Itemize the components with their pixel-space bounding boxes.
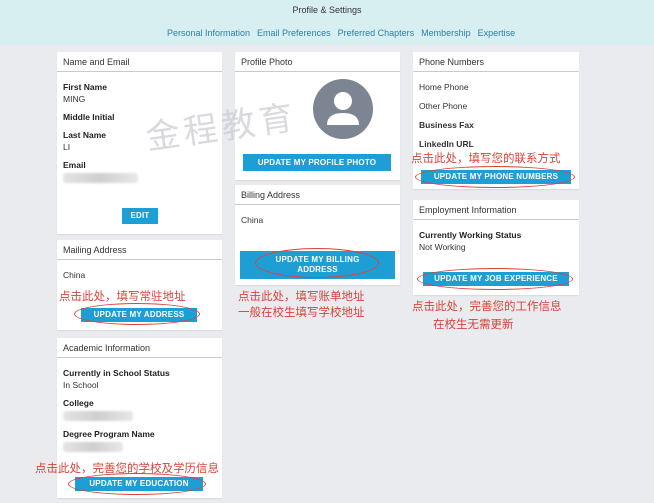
update-billing-address-button[interactable]: UPDATE MY BILLING ADDRESS	[240, 251, 395, 279]
business-fax-label: Business Fax	[419, 120, 474, 130]
annotation-billing-line1: 点击此处，填写账单地址	[238, 289, 365, 303]
email-value-blurred	[63, 173, 138, 183]
college-label: College	[63, 398, 94, 408]
tab-personal-information[interactable]: Personal Information	[167, 28, 250, 38]
other-phone-label: Other Phone	[419, 101, 468, 111]
linkedin-url-label: LinkedIn URL	[419, 139, 474, 149]
update-profile-photo-button[interactable]: UPDATE MY PROFILE PHOTO	[243, 154, 391, 171]
tab-preferred-chapters[interactable]: Preferred Chapters	[338, 28, 415, 38]
card-title: Phone Numbers	[413, 52, 579, 72]
employment-info-card: Employment Information Currently Working…	[413, 200, 579, 295]
home-phone-label: Home Phone	[419, 82, 469, 92]
update-phone-numbers-button[interactable]: UPDATE MY PHONE NUMBERS	[421, 170, 571, 184]
card-title: Billing Address	[235, 185, 400, 205]
degree-label: Degree Program Name	[63, 429, 155, 439]
update-job-experience-button[interactable]: UPDATE MY JOB EXPERIENCE	[423, 272, 569, 286]
mailing-country: China	[63, 270, 86, 280]
email-label: Email	[63, 160, 86, 170]
annotation-job-line2: 在校生无需更新	[433, 317, 514, 331]
billing-address-card: Billing Address China UPDATE MY BILLING …	[235, 185, 400, 285]
card-title: Mailing Address	[57, 240, 222, 260]
card-title: Name and Email	[57, 52, 222, 72]
school-status-value: In School	[63, 380, 99, 390]
user-icon	[327, 92, 359, 125]
annotation-address: 点击此处，填写常驻地址	[59, 289, 186, 303]
annotation-education: 点击此处，完善您的学校及学历信息	[35, 461, 219, 475]
card-title: Profile Photo	[235, 52, 400, 72]
billing-country: China	[241, 215, 264, 225]
mailing-address-card: Mailing Address China UPDATE MY ADDRESS	[57, 240, 222, 330]
school-status-label: Currently in School Status	[63, 368, 170, 378]
first-name-value: MING	[63, 94, 86, 104]
update-education-button[interactable]: UPDATE MY EDUCATION	[75, 477, 203, 491]
first-name-label: First Name	[63, 82, 107, 92]
card-title: Employment Information	[413, 200, 579, 220]
working-status-label: Currently Working Status	[419, 230, 522, 240]
annotation-billing-line2: 一般在校生填写学校地址	[238, 305, 365, 319]
update-address-button[interactable]: UPDATE MY ADDRESS	[81, 308, 197, 322]
edit-button[interactable]: EDIT	[122, 208, 158, 224]
working-status-value: Not Working	[419, 242, 466, 252]
settings-tabs: Personal Information Email Preferences P…	[167, 28, 515, 38]
page-title: Profile & Settings	[292, 5, 362, 15]
billing-button-line2: ADDRESS	[297, 265, 338, 274]
avatar	[313, 79, 373, 139]
header-bar: Profile & Settings Personal Information …	[0, 0, 654, 45]
annotation-phone: 点击此处，填写您的联系方式	[411, 151, 561, 165]
college-value-blurred	[63, 411, 133, 421]
annotation-job-line1: 点击此处，完善您的工作信息	[412, 299, 562, 313]
tab-email-preferences[interactable]: Email Preferences	[257, 28, 331, 38]
tab-expertise[interactable]: Expertise	[478, 28, 516, 38]
tab-membership[interactable]: Membership	[421, 28, 471, 38]
phone-numbers-card: Phone Numbers Home Phone Other Phone Bus…	[413, 52, 579, 189]
card-title: Academic Information	[57, 338, 222, 358]
billing-button-line1: UPDATE MY BILLING	[275, 255, 360, 264]
degree-value-blurred	[63, 442, 123, 452]
